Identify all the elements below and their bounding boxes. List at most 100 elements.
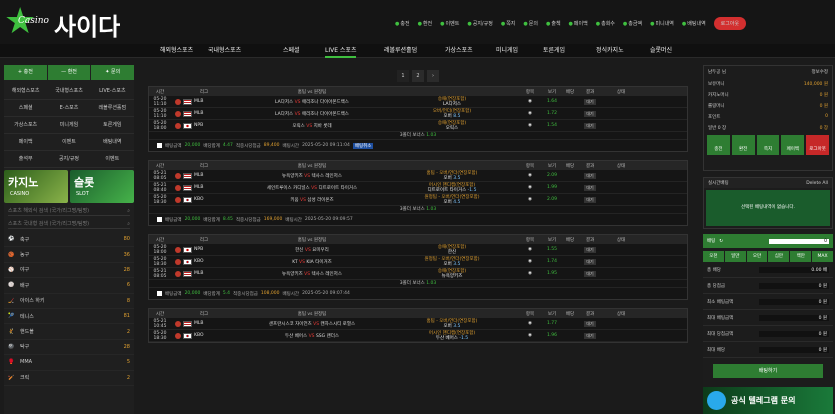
sport-item[interactable]: 🏐 배구 6 bbox=[4, 278, 134, 294]
main-nav-item[interactable]: LIVE 스포츠 bbox=[325, 44, 357, 58]
left-menu-item[interactable]: 해외형스포츠 bbox=[4, 83, 48, 100]
view-eye-icon[interactable]: ◉ bbox=[517, 247, 543, 252]
quick-amount-button[interactable]: 오만 bbox=[746, 251, 768, 262]
sport-item[interactable]: ⚽ 축구 80 bbox=[4, 232, 134, 248]
quick-amount-button[interactable]: 오천 bbox=[703, 251, 724, 262]
top-nav-item[interactable]: ●출첵 bbox=[546, 20, 561, 27]
search-input-domestic[interactable]: 스포츠 국내형 검색 (국가/리그명/팀명) ⌕ bbox=[8, 219, 130, 229]
page-button[interactable]: 1 bbox=[397, 69, 409, 82]
quick-amount-button[interactable]: 백만 bbox=[790, 251, 812, 262]
user-action-button[interactable]: 환전 bbox=[731, 135, 755, 155]
search-input-overseas[interactable]: 스포츠 해외식 검색 (국가/리그명/팀명) ⌕ bbox=[8, 206, 130, 216]
left-action-button[interactable]: — 환전 bbox=[47, 65, 91, 80]
main-nav-item[interactable]: 국내형스포츠 bbox=[208, 44, 241, 58]
home-team: 키움 bbox=[290, 197, 299, 203]
slot-banner[interactable]: 슬롯 SLOT bbox=[70, 170, 134, 203]
casino-banner[interactable]: 카지노 CASINO bbox=[4, 170, 68, 203]
delete-all-button[interactable]: Delete All bbox=[806, 181, 828, 186]
brand-logo[interactable]: ★ Casino 사이다 bbox=[4, 3, 134, 42]
sport-item[interactable]: 🎱 탁구 28 bbox=[4, 340, 134, 356]
left-menu-item[interactable]: E-스포츠 bbox=[47, 100, 91, 117]
view-eye-icon[interactable]: ◉ bbox=[517, 173, 543, 178]
left-menu-item[interactable]: LIVE-스포츠 bbox=[90, 83, 134, 100]
main-nav-item[interactable]: 레볼루션홀덤 bbox=[384, 44, 417, 58]
main-nav-item[interactable]: 정식카지노 bbox=[596, 44, 624, 58]
top-nav-item[interactable]: ●문의 bbox=[523, 20, 538, 27]
page-button[interactable]: 2 bbox=[412, 69, 424, 82]
top-nav-label: 충전 bbox=[400, 21, 410, 27]
left-menu-item[interactable]: 가상스포츠 bbox=[4, 117, 48, 134]
main-nav-item[interactable]: 슬롯머신 bbox=[650, 44, 672, 58]
top-nav-item[interactable]: ●배팅내역 bbox=[682, 20, 706, 27]
top-nav-item[interactable]: ●미니내역 bbox=[650, 20, 674, 27]
sport-item[interactable]: ⚾ 야구 28 bbox=[4, 263, 134, 279]
bet-amount-input[interactable]: 0 bbox=[769, 238, 829, 244]
quick-amount-button[interactable]: 십만 bbox=[768, 251, 790, 262]
quick-amount-button[interactable]: MAX bbox=[812, 251, 833, 262]
user-action-button[interactable]: 페이백 bbox=[781, 135, 805, 155]
sport-item[interactable]: 🥊 MMA 5 bbox=[4, 355, 134, 371]
left-action-button[interactable]: + 충전 bbox=[4, 65, 47, 80]
top-nav-item[interactable]: ●페이백 bbox=[569, 20, 588, 27]
search-icon[interactable]: ⌕ bbox=[127, 219, 130, 228]
sport-item[interactable]: 🏒 아이스 하키 8 bbox=[4, 294, 134, 309]
total-label: 배당합계 bbox=[203, 291, 220, 297]
cancel-bet-button[interactable]: 배팅취소 bbox=[352, 142, 374, 149]
view-eye-icon[interactable]: ◉ bbox=[517, 259, 543, 264]
telegram-banner[interactable]: 공식 텔레그램 문의 bbox=[703, 387, 833, 414]
sport-item[interactable]: 🏀 농구 36 bbox=[4, 247, 134, 263]
left-menu-item[interactable]: 이벤트 bbox=[90, 151, 134, 168]
sport-item[interactable]: 🏏 크릭 2 bbox=[4, 371, 134, 386]
select-checkbox[interactable] bbox=[157, 217, 162, 222]
top-nav-item[interactable]: ●환전 bbox=[418, 20, 433, 27]
user-action-button[interactable]: 로그아웃 bbox=[806, 135, 829, 155]
main-nav-item[interactable]: 해외형스포츠 bbox=[160, 44, 193, 58]
select-checkbox[interactable] bbox=[157, 143, 162, 148]
top-nav-item[interactable]: ●이벤트 bbox=[440, 20, 459, 27]
left-menu-item[interactable]: 레볼루션홀덤 bbox=[90, 100, 134, 117]
view-eye-icon[interactable]: ◉ bbox=[517, 99, 543, 104]
left-menu-item[interactable]: 스페셜 bbox=[4, 100, 48, 117]
search-icon[interactable]: ⌕ bbox=[127, 206, 130, 215]
quick-amount-button[interactable]: 일만 bbox=[724, 251, 746, 262]
select-checkbox[interactable] bbox=[157, 291, 162, 296]
view-eye-icon[interactable]: ◉ bbox=[517, 123, 543, 128]
left-menu-item[interactable]: 이벤트 bbox=[47, 134, 91, 151]
league-cell: MLB bbox=[171, 184, 237, 191]
top-nav-item[interactable]: ●총회수 bbox=[596, 20, 615, 27]
left-action-button[interactable]: ✦ 문의 bbox=[91, 65, 135, 80]
top-nav-item[interactable]: ●공지/규정 bbox=[467, 20, 492, 27]
left-menu-item[interactable]: 출석부 bbox=[4, 151, 48, 168]
left-menu-item[interactable]: 토른게임 bbox=[90, 117, 134, 134]
sport-item[interactable]: 🎾 테니스 81 bbox=[4, 309, 134, 325]
page-button[interactable]: › bbox=[427, 69, 439, 82]
left-menu-item[interactable]: 배팅내역 bbox=[90, 134, 134, 151]
left-menu-item[interactable]: 공지/규정 bbox=[47, 151, 91, 168]
user-action-button[interactable]: 쪽지 bbox=[756, 135, 780, 155]
left-menu-item[interactable]: 미니게임 bbox=[47, 117, 91, 134]
main-nav-item[interactable]: 미니게임 bbox=[496, 44, 518, 58]
top-nav-item[interactable]: ●쪽지 bbox=[501, 20, 516, 27]
left-menu-item[interactable]: 국내형스포츠 bbox=[47, 83, 91, 100]
view-eye-icon[interactable]: ◉ bbox=[517, 333, 543, 338]
user-action-button[interactable]: 충전 bbox=[707, 135, 730, 155]
main-nav-item[interactable]: 가상스포츠 bbox=[445, 44, 473, 58]
left-menu-item[interactable]: 페이백 bbox=[4, 134, 48, 151]
top-nav-item[interactable]: ●총금액 bbox=[623, 20, 642, 27]
view-eye-icon[interactable]: ◉ bbox=[517, 111, 543, 116]
nav-dot-icon: ● bbox=[417, 21, 422, 27]
refresh-icon[interactable]: ↻ bbox=[719, 239, 723, 244]
view-eye-icon[interactable]: ◉ bbox=[517, 271, 543, 276]
place-bet-button[interactable]: 배팅하기 bbox=[713, 364, 823, 378]
edit-profile-link[interactable]: 정보수정 bbox=[811, 69, 828, 75]
view-eye-icon[interactable]: ◉ bbox=[517, 185, 543, 190]
sport-item[interactable]: 🤾 핸드볼 2 bbox=[4, 324, 134, 340]
view-eye-icon[interactable]: ◉ bbox=[517, 197, 543, 202]
odds-value: 1.54 bbox=[546, 123, 558, 128]
logout-button[interactable]: 로그아웃 bbox=[713, 17, 747, 30]
main-nav-item[interactable]: 토른게임 bbox=[543, 44, 565, 58]
away-team: 디트로이트 타이거스 bbox=[318, 185, 358, 191]
view-eye-icon[interactable]: ◉ bbox=[517, 321, 543, 326]
top-nav-item[interactable]: ●충전 bbox=[395, 20, 410, 27]
main-nav-item[interactable]: 스페셜 bbox=[283, 44, 300, 58]
